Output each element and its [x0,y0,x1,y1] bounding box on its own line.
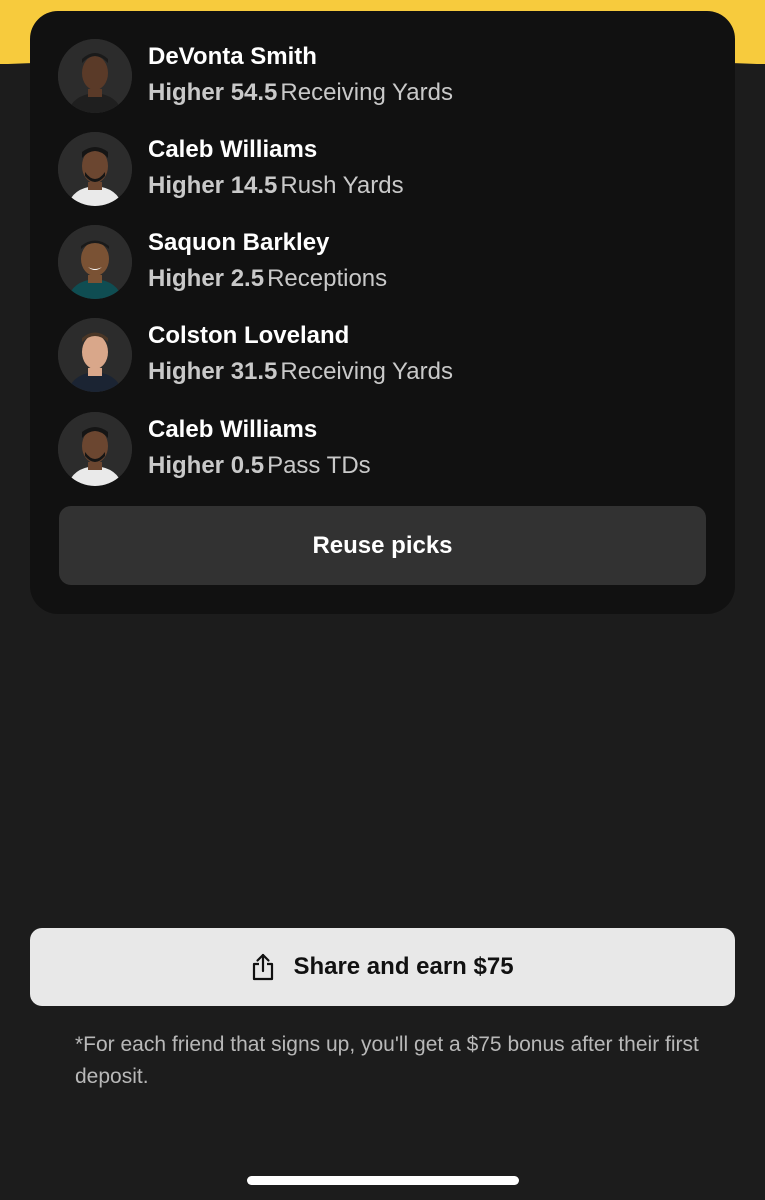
pick-direction: Higher 14.5 [148,172,278,199]
player-name: Saquon Barkley [148,229,330,256]
player-name: Colston Loveland [148,322,350,349]
pick-row[interactable]: Saquon Barkley Higher 2.5 Receptions [58,225,698,301]
pick-stat: Receiving Yards [280,358,453,385]
player-name: Caleb Williams [148,136,318,163]
pick-stat: Receiving Yards [280,79,453,106]
pick-line: Higher 54.5 Receiving Yards [148,79,453,107]
pick-direction: Higher 0.5 [148,452,265,479]
pick-stat: Receptions [267,265,388,292]
pick-direction: Higher 2.5 [148,265,265,292]
pick-line: Higher 2.5 Receptions [148,265,387,293]
pick-direction: Higher 54.5 [148,79,278,106]
player-headshot-icon [58,412,132,486]
pick-stat: Rush Yards [280,172,404,199]
player-headshot-icon [58,39,132,113]
home-indicator[interactable] [247,1176,519,1185]
pick-row[interactable]: Colston Loveland Higher 31.5 Receiving Ya… [58,318,698,394]
pick-line: Higher 14.5 Rush Yards [148,172,404,200]
pick-stat: Pass TDs [267,452,371,479]
player-headshot-icon [58,225,132,299]
player-headshot-icon [58,132,132,206]
share-button-label: Share and earn $75 [293,953,514,980]
reuse-picks-button[interactable]: Reuse picks [59,506,706,585]
share-and-earn-button[interactable]: Share and earn $75 [30,928,735,1006]
player-name: DeVonta Smith [148,43,317,70]
referral-disclaimer: *For each friend that signs up, you'll g… [75,1033,699,1088]
share-icon [251,953,275,981]
pick-row[interactable]: DeVonta Smith Higher 54.5 Receiving Yards [58,39,698,115]
pick-line: Higher 31.5 Receiving Yards [148,358,453,386]
pick-direction: Higher 31.5 [148,358,278,385]
player-name: Caleb Williams [148,416,318,443]
picks-card: DeVonta Smith Higher 54.5 Receiving Yards… [30,11,735,614]
pick-row[interactable]: Caleb Williams Higher 14.5 Rush Yards [58,132,698,208]
pick-line: Higher 0.5 Pass TDs [148,452,371,480]
pick-row[interactable]: Caleb Williams Higher 0.5 Pass TDs [58,412,698,488]
player-headshot-icon [58,318,132,392]
